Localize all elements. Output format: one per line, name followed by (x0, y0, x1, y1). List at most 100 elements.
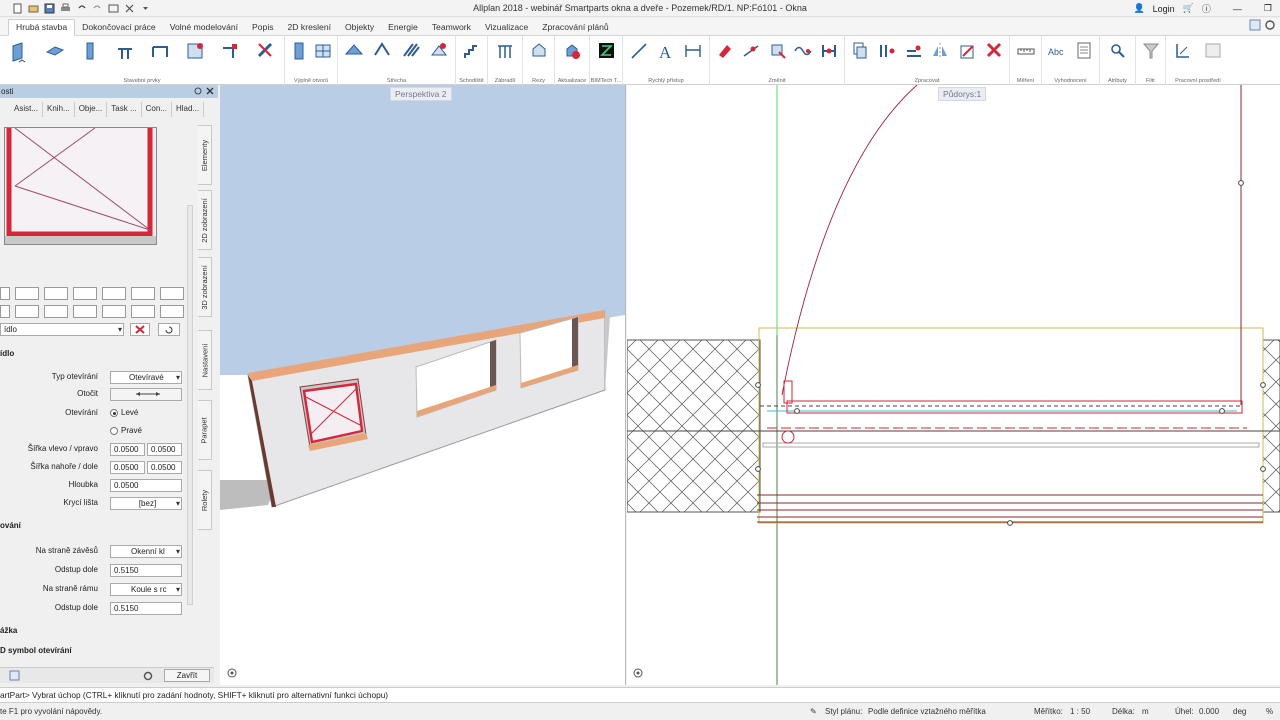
radio-leve[interactable]: Levé (110, 408, 138, 417)
palette-tab-con[interactable]: Con... (142, 102, 172, 117)
modify-wall-icon[interactable] (255, 40, 275, 64)
dimension-icon[interactable] (683, 40, 703, 64)
sirka-dole-input[interactable]: 0.0500 (147, 461, 182, 474)
rotate-icon[interactable] (957, 40, 977, 64)
shape-option-icon[interactable] (102, 305, 126, 318)
offset-icon[interactable] (904, 40, 924, 64)
tab-volne-modelovani[interactable]: Volné modelování (163, 20, 245, 35)
recess-icon[interactable] (220, 40, 240, 64)
hloubka-input[interactable]: 0.0500 (110, 479, 182, 492)
gear-icon[interactable] (142, 670, 154, 682)
tab-dokoncovaci-prace[interactable]: Dokončovací práce (75, 20, 163, 35)
shape-option-icon[interactable] (73, 287, 97, 300)
shape-option-icon[interactable] (0, 287, 10, 300)
stair-icon[interactable] (462, 40, 482, 64)
copy-along-icon[interactable] (877, 40, 897, 64)
line-icon[interactable] (629, 40, 649, 64)
odstup-dole-input-1[interactable]: 0.5150 (110, 564, 182, 577)
radio-prave[interactable]: Pravé (110, 426, 142, 435)
bimtech-icon[interactable] (596, 40, 616, 64)
railing-icon[interactable] (495, 40, 515, 64)
vtab-nastaveni[interactable]: Nastavení (198, 330, 212, 390)
angle-value[interactable]: 0.000 (1199, 704, 1219, 720)
kryci-lista-dropdown[interactable]: [bez] (110, 497, 182, 510)
report-abc-icon[interactable]: Abc (1047, 40, 1067, 64)
vtab-2d-zobrazeni[interactable]: 2D zobrazení (198, 190, 212, 250)
roof-icon[interactable] (344, 40, 364, 64)
navigation-icon[interactable] (632, 667, 644, 679)
shape-option-icon[interactable] (15, 305, 39, 318)
navigation-icon[interactable] (226, 667, 238, 679)
delete-element-button[interactable] (130, 323, 150, 336)
measure-icon[interactable] (1016, 40, 1036, 64)
opening-icon[interactable] (185, 40, 205, 64)
slab-icon[interactable] (45, 40, 65, 64)
workspace-icon[interactable] (1249, 19, 1261, 31)
shape-option-icon[interactable] (44, 287, 68, 300)
close-button[interactable]: Zavřít (164, 669, 210, 682)
palette-tab-task[interactable]: Task ... (107, 102, 142, 117)
shape-option-icon[interactable] (160, 287, 184, 300)
modify-line-icon[interactable] (741, 40, 761, 64)
pin-icon[interactable] (193, 86, 203, 96)
strana-ramu-dropdown[interactable]: Koule s rc (110, 583, 182, 596)
tab-zpracovani-planu[interactable]: Zpracování plánů (535, 20, 615, 35)
vtab-elementy[interactable]: Elementy (198, 125, 212, 185)
help-icon[interactable]: ⓘ (1202, 2, 1211, 15)
tab-hruba-stavba[interactable]: Hrubá stavba (8, 19, 76, 36)
rafter-icon[interactable] (401, 40, 421, 64)
tab-teamwork[interactable]: Teamwork (425, 20, 478, 35)
otocit-button[interactable] (110, 388, 182, 401)
shape-option-icon[interactable] (44, 305, 68, 318)
shape-option-icon[interactable] (0, 305, 10, 318)
update-icon[interactable] (562, 40, 582, 64)
tab-popis[interactable]: Popis (245, 20, 281, 35)
palette-tab-obje[interactable]: Obje... (75, 102, 108, 117)
tab-2d-kresleni[interactable]: 2D kreslení (281, 20, 338, 35)
tab-vizualizace[interactable]: Vizualizace (478, 20, 535, 35)
beam-icon[interactable] (115, 40, 135, 64)
restore-button[interactable]: ❐ (1264, 3, 1272, 14)
palette-tab-knih[interactable]: Knih... (43, 102, 75, 117)
odstup-dole-input-2[interactable]: 0.5150 (110, 602, 182, 615)
drawing-file-icon[interactable] (1173, 40, 1193, 64)
shape-option-icon[interactable] (73, 305, 97, 318)
view-icon[interactable] (1203, 40, 1223, 64)
text-icon[interactable]: A (656, 40, 676, 64)
filter-icon[interactable] (1141, 40, 1161, 64)
sirka-nahore-input[interactable]: 0.0500 (110, 461, 145, 474)
copy-icon[interactable] (850, 40, 870, 64)
shape-option-icon[interactable] (131, 287, 155, 300)
element-combo[interactable]: ídlo (0, 323, 124, 336)
window-smartpart-icon[interactable] (313, 40, 333, 64)
plan-style-value[interactable]: Podle definice vztažného měřítka (868, 704, 986, 720)
shape-option-icon[interactable] (160, 305, 184, 318)
wave-icon[interactable] (793, 40, 813, 64)
scale-value[interactable]: 1 : 50 (1070, 704, 1090, 720)
reset-button[interactable] (158, 323, 180, 336)
column-icon[interactable] (80, 40, 100, 64)
attribute-icon[interactable] (1108, 40, 1128, 64)
section-icon[interactable] (529, 40, 549, 64)
vtab-parapet[interactable]: Parapet (198, 400, 212, 460)
sirka-vlevo-input[interactable]: 0.0500 (110, 443, 145, 456)
move-icon[interactable] (767, 40, 787, 64)
viewport-perspective[interactable]: Perspektiva 2 (220, 85, 626, 685)
lintel-icon[interactable] (150, 40, 170, 64)
angle-unit[interactable]: deg (1233, 704, 1246, 720)
login-link[interactable]: Login (1153, 4, 1175, 14)
strana-zavesu-dropdown[interactable]: Okenní kl (110, 545, 182, 558)
dormer-icon[interactable] (429, 40, 449, 64)
minimize-button[interactable]: — (1233, 4, 1242, 14)
door-icon[interactable] (289, 40, 309, 64)
stretch-icon[interactable] (819, 40, 839, 64)
roof-plane-icon[interactable] (372, 40, 392, 64)
wall-icon[interactable] (10, 40, 30, 64)
shape-option-icon[interactable] (131, 305, 155, 318)
typ-otevirani-dropdown[interactable]: Otevíravé (110, 371, 182, 384)
delete-icon[interactable] (984, 40, 1004, 64)
mirror-icon[interactable] (930, 40, 950, 64)
palette-options-icon[interactable] (0, 669, 30, 683)
vtab-rolety[interactable]: Rolety (198, 470, 212, 530)
palette-tab-asist[interactable]: Asist... (0, 102, 44, 117)
